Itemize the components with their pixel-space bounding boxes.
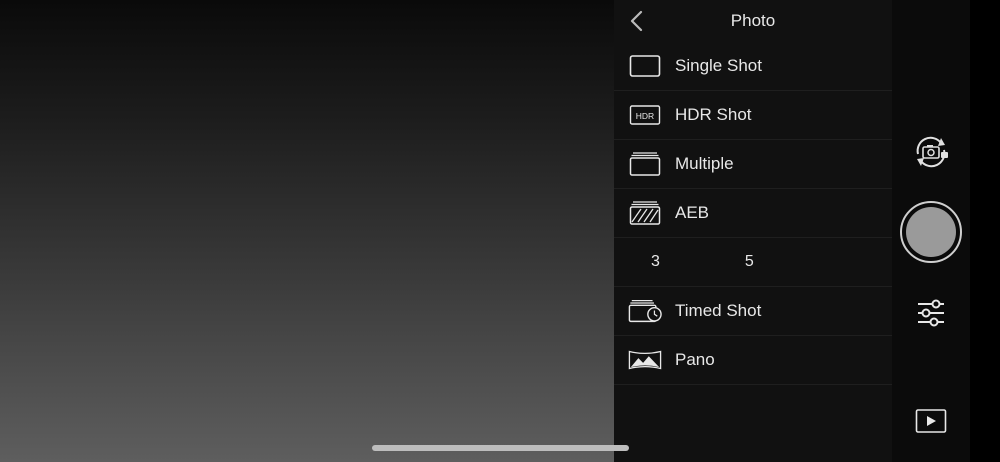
- menu-item-label: Single Shot: [675, 56, 762, 75]
- camera-switch-icon: [916, 136, 948, 168]
- single-shot-icon: [628, 53, 662, 79]
- camera-control-rail: [892, 0, 970, 462]
- svg-text:HDR: HDR: [636, 111, 654, 121]
- menu-item-label: Multiple: [675, 154, 734, 173]
- shutter-button[interactable]: [900, 201, 962, 263]
- aeb-icon: [628, 200, 662, 226]
- home-indicator[interactable]: [372, 445, 629, 451]
- menu-item-multiple[interactable]: Multiple: [614, 140, 892, 189]
- photo-mode-menu: Photo Single Shot HDR HDR Shot Multiple …: [614, 0, 892, 462]
- menu-item-label: Pano: [675, 350, 715, 369]
- menu-title: Photo: [730, 11, 776, 30]
- menu-item-label: Timed Shot: [675, 301, 762, 320]
- screen-edge: [970, 0, 1000, 462]
- menu-item-single-shot[interactable]: Single Shot: [614, 42, 892, 91]
- chevron-left-icon: [630, 10, 643, 32]
- menu-item-hdr-shot[interactable]: HDR HDR Shot: [614, 91, 892, 140]
- back-button[interactable]: [624, 8, 648, 34]
- playback-button[interactable]: [913, 404, 949, 438]
- aeb-option-3[interactable]: 3: [651, 253, 660, 271]
- camera-settings-button[interactable]: [913, 293, 949, 333]
- photo-mode-list: Single Shot HDR HDR Shot Multiple AEB 3 …: [614, 42, 892, 385]
- menu-item-pano[interactable]: Pano: [614, 336, 892, 385]
- timed-shot-icon: [628, 298, 662, 324]
- menu-item-label: HDR Shot: [675, 105, 752, 124]
- hdr-icon: HDR: [628, 102, 662, 128]
- menu-item-timed-shot[interactable]: Timed Shot: [614, 287, 892, 336]
- aeb-options: 3 5: [614, 238, 892, 287]
- aeb-option-5[interactable]: 5: [745, 253, 754, 271]
- camera-viewfinder[interactable]: [0, 0, 614, 462]
- shutter-button-inner: [906, 207, 956, 257]
- sliders-icon: [918, 299, 944, 327]
- menu-header: Photo: [614, 0, 892, 42]
- pano-icon: [628, 347, 662, 373]
- menu-item-label: AEB: [675, 203, 710, 222]
- play-icon: [915, 409, 947, 433]
- camera-switch-button[interactable]: [909, 132, 953, 172]
- multiple-icon: [628, 151, 662, 177]
- menu-item-aeb[interactable]: AEB: [614, 189, 892, 238]
